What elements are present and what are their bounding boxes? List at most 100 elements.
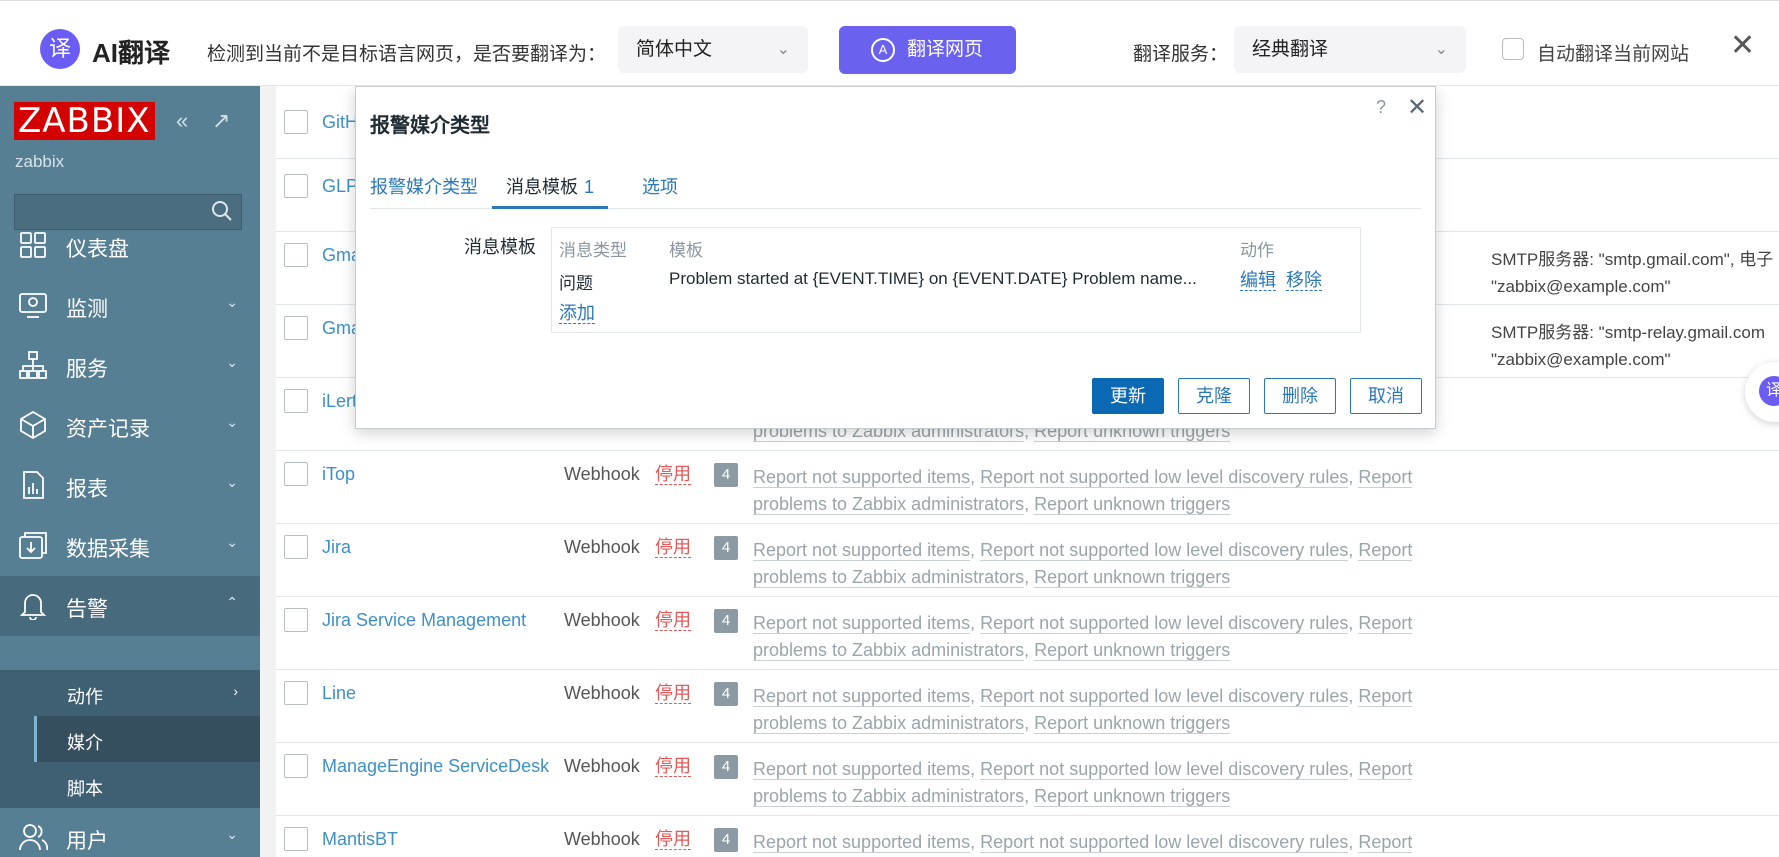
nav-dashboard-label: 仪表盘 <box>66 238 129 261</box>
media-type-type: Webhook <box>564 756 640 776</box>
status-badge[interactable]: 停用 <box>655 610 691 631</box>
action-link[interactable]: Report not supported low level discovery… <box>980 759 1349 780</box>
status-badge[interactable]: 停用 <box>655 829 691 850</box>
tab-options[interactable]: 选项 <box>642 175 678 209</box>
status-badge[interactable]: 停用 <box>655 537 691 558</box>
action-link[interactable]: Report unknown triggers <box>1034 494 1231 515</box>
close-icon[interactable]: ✕ <box>1730 31 1755 61</box>
status-badge[interactable]: 停用 <box>655 683 691 704</box>
row-checkbox[interactable] <box>284 827 308 851</box>
action-link[interactable]: Report not supported items <box>753 540 971 561</box>
help-icon[interactable]: ? <box>1376 97 1386 118</box>
chevron-down-icon: ⌄ <box>226 474 238 490</box>
cube-icon <box>20 410 46 440</box>
cancel-button[interactable]: 取消 <box>1350 378 1422 414</box>
action-link[interactable]: Report not supported low level discovery… <box>980 467 1349 488</box>
action-link[interactable]: Report not supported items <box>753 613 971 634</box>
translate-bar: 译 AI翻译 检测到当前不是目标语言网页，是否要翻译为： 简体中文 ⌄ A 翻译… <box>0 0 1779 86</box>
nav-monitoring-label: 监测 <box>66 298 108 321</box>
action-link[interactable]: Report not supported items <box>753 686 971 707</box>
sidebar-item-scripts[interactable]: 脚本 <box>34 762 260 808</box>
nav-services[interactable]: 服务 ⌄ <box>0 336 260 396</box>
chevron-down-icon: ⌄ <box>226 354 238 370</box>
media-type-dialog: 报警媒介类型 ? ✕ 报警媒介类型 消息模板 1 选项 消息模板 消息类型 模板 … <box>355 86 1436 429</box>
media-type-name[interactable]: iLert <box>322 391 357 412</box>
row-actions: Report not supported items, Report not s… <box>753 759 1413 807</box>
dialog-title: 报警媒介类型 <box>370 115 490 137</box>
target-language-select[interactable]: 简体中文 ⌄ <box>618 26 808 73</box>
row-checkbox[interactable] <box>284 462 308 486</box>
nav-users[interactable]: 用户 ⌄ <box>0 808 260 857</box>
action-link[interactable]: Report <box>1358 832 1413 853</box>
nav-reports[interactable]: 报表 ⌄ <box>0 456 260 516</box>
table-row: iTop Webhook 停用 4 Report not supported i… <box>276 451 1779 524</box>
edit-link[interactable]: 编辑 <box>1240 270 1276 291</box>
details-line: SMTP服务器: "smtp.gmail.com", 电子 <box>1491 250 1774 269</box>
service-select[interactable]: 经典翻译 ⌄ <box>1234 26 1466 73</box>
remove-link[interactable]: 移除 <box>1286 270 1322 291</box>
action-link[interactable]: Report not supported low level discovery… <box>980 832 1349 853</box>
row-checkbox[interactable] <box>284 535 308 559</box>
media-type-name[interactable]: Jira Service Management <box>322 610 526 631</box>
clone-button[interactable]: 克隆 <box>1178 378 1250 414</box>
add-link[interactable]: 添加 <box>559 303 595 324</box>
alerts-submenu: 动作 › 媒介 脚本 <box>0 670 260 808</box>
nav-monitoring[interactable]: 监测 ⌄ <box>0 276 260 336</box>
row-actions: Report not supported items, Report not s… <box>753 686 1413 734</box>
status-badge[interactable]: 停用 <box>655 464 691 485</box>
row-checkbox[interactable] <box>284 754 308 778</box>
tab-count-badge: 1 <box>584 177 595 197</box>
action-count-badge: 4 <box>714 536 738 560</box>
auto-translate-checkbox[interactable] <box>1502 38 1524 60</box>
row-checkbox[interactable] <box>284 608 308 632</box>
monitor-icon <box>19 293 47 318</box>
dialog-tabs: 报警媒介类型 消息模板 1 选项 <box>370 175 1421 209</box>
media-type-details: SMTP服务器: "smtp.gmail.com", 电子 "zabbix@exa… <box>1491 246 1773 300</box>
row-checkbox[interactable] <box>284 243 308 267</box>
action-link[interactable]: Report unknown triggers <box>1034 713 1231 734</box>
row-checkbox[interactable] <box>284 389 308 413</box>
header-action: 动作 <box>1240 241 1274 260</box>
dashboard-icon <box>20 232 46 258</box>
nav-alerts[interactable]: 告警 ⌃ <box>0 576 260 636</box>
row-checkbox[interactable] <box>284 316 308 340</box>
media-type-name[interactable]: Line <box>322 683 356 704</box>
row-checkbox[interactable] <box>284 681 308 705</box>
kiosk-mode-icon[interactable]: ↗ <box>212 108 230 134</box>
media-type-name[interactable]: MantisBT <box>322 829 398 850</box>
delete-button[interactable]: 删除 <box>1264 378 1336 414</box>
service-value: 经典翻译 <box>1252 39 1329 60</box>
header-message-type: 消息类型 <box>559 241 627 260</box>
action-link[interactable]: Report unknown triggers <box>1034 786 1231 807</box>
translate-page-button[interactable]: A 翻译网页 <box>839 26 1016 74</box>
nav-data-collection[interactable]: 数据采集 ⌄ <box>0 516 260 576</box>
update-button[interactable]: 更新 <box>1092 378 1164 414</box>
tab-media-type[interactable]: 报警媒介类型 <box>370 175 478 209</box>
media-type-name[interactable]: Jira <box>322 537 351 558</box>
close-icon[interactable]: ✕ <box>1407 93 1427 122</box>
action-link[interactable]: Report not supported low level discovery… <box>980 540 1349 561</box>
action-link[interactable]: Report unknown triggers <box>1034 640 1231 661</box>
row-actions: Report not supported items, Report not s… <box>753 467 1413 515</box>
tab-message-templates[interactable]: 消息模板 1 <box>492 175 609 209</box>
server-name: zabbix <box>15 152 65 171</box>
row-checkbox[interactable] <box>284 110 308 134</box>
nav-data-collection-label: 数据采集 <box>66 538 150 561</box>
action-link[interactable]: Report not supported items <box>753 832 971 853</box>
sidebar-item-actions[interactable]: 动作 › <box>34 670 260 716</box>
action-link[interactable]: Report not supported low level discovery… <box>980 686 1349 707</box>
sidebar-item-media-types[interactable]: 媒介 <box>34 716 260 762</box>
zabbix-logo[interactable]: ZABBIX <box>14 102 155 140</box>
nav-inventory[interactable]: 资产记录 ⌄ <box>0 396 260 456</box>
nav-dashboard[interactable]: 仪表盘 <box>0 216 260 276</box>
action-link[interactable]: Report not supported items <box>753 759 971 780</box>
action-link[interactable]: Report not supported low level discovery… <box>980 613 1349 634</box>
media-type-name[interactable]: ManageEngine ServiceDesk <box>322 756 549 777</box>
row-checkbox[interactable] <box>284 174 308 198</box>
chevron-down-icon: ⌄ <box>226 534 238 550</box>
media-type-name[interactable]: iTop <box>322 464 355 485</box>
collapse-sidebar-icon[interactable]: « <box>176 108 188 134</box>
action-link[interactable]: Report not supported items <box>753 467 971 488</box>
status-badge[interactable]: 停用 <box>655 756 691 777</box>
action-link[interactable]: Report unknown triggers <box>1034 567 1231 588</box>
